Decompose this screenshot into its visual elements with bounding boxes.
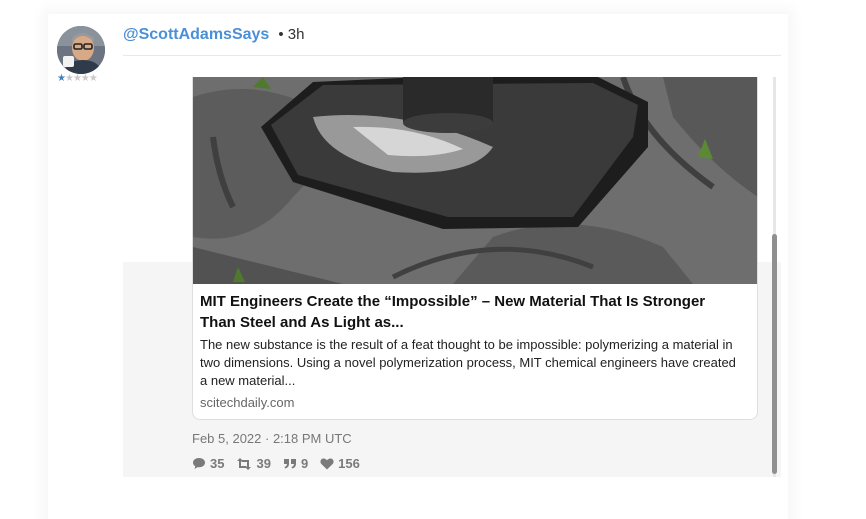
reply-count: 35 [210, 456, 225, 471]
star-empty-icon: ★ [72, 73, 82, 84]
quote-count: 9 [300, 456, 309, 471]
reply-stat[interactable]: 35 [192, 456, 224, 471]
profile-photo [57, 26, 105, 74]
link-domain: scitechdaily.com [200, 395, 295, 410]
scrollbar[interactable] [768, 77, 781, 477]
link-description: The new substance is the result of a fea… [200, 337, 736, 388]
like-stat[interactable]: 156 [320, 456, 360, 471]
like-count: 156 [338, 456, 360, 471]
scrollbar-thumb[interactable] [772, 234, 777, 474]
tweet-stats: 35 39 9 156 [192, 456, 372, 471]
quote-stat[interactable]: 9 [283, 456, 308, 471]
link-title[interactable]: MIT Engineers Create the “Impossible” – … [200, 291, 740, 333]
reply-icon [193, 458, 205, 469]
rating-stars: ★★★★★ [57, 73, 98, 85]
star-empty-icon: ★ [80, 73, 90, 84]
star-empty-icon: ★ [88, 73, 98, 84]
star-empty-icon: ★ [64, 73, 74, 84]
retweet-count: 39 [256, 456, 271, 471]
user-handle-link[interactable]: @ScottAdamsSays [123, 26, 269, 44]
retweet-stat[interactable]: 39 [236, 456, 271, 471]
heart-icon [320, 458, 334, 469]
tweet-time: • 3h [278, 26, 305, 43]
avatar[interactable] [57, 26, 105, 74]
link-preview-image [193, 77, 757, 284]
tweet-header: @ScottAdamsSays • 3h [123, 26, 304, 46]
header-divider [123, 55, 781, 56]
retweet-icon [237, 457, 252, 470]
star-filled-icon: ★ [57, 73, 66, 84]
tweet-date[interactable]: Feb 5, 2022 · 2:18 PM UTC [192, 431, 352, 446]
quoted-tweet-area: MIT Engineers Create the “Impossible” – … [123, 77, 781, 477]
link-preview-card[interactable]: MIT Engineers Create the “Impossible” – … [192, 77, 758, 420]
quote-icon [283, 459, 296, 469]
